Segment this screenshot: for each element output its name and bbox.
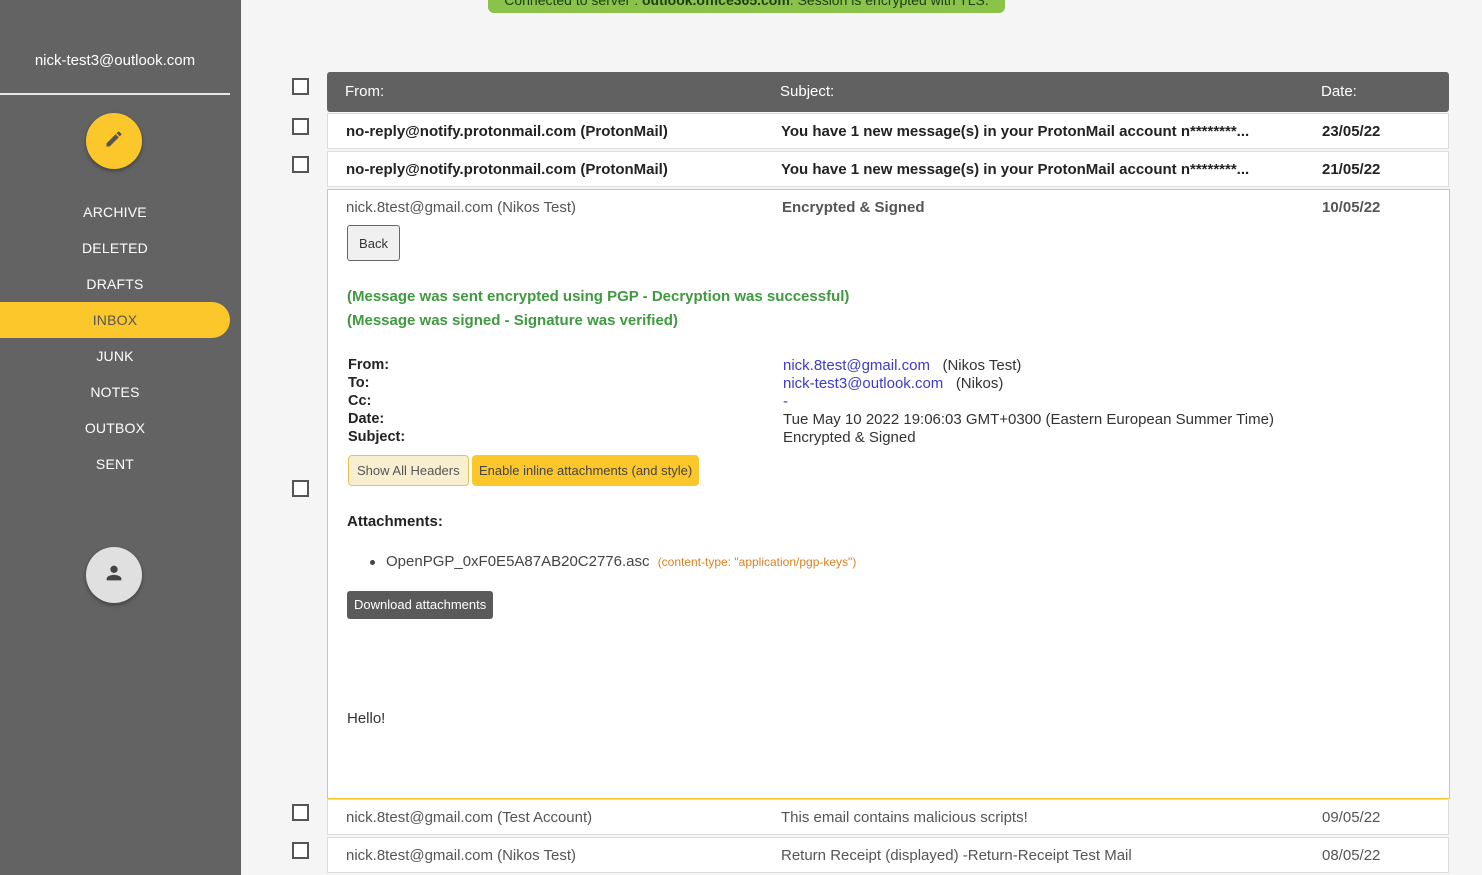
show-all-headers-button[interactable]: Show All Headers (348, 455, 469, 486)
mail-date: 08/05/22 (1322, 847, 1381, 864)
mail-subject: This email contains malicious scripts! (781, 809, 1028, 826)
mail-date: 21/05/22 (1322, 161, 1381, 178)
decryption-status: (Message was sent encrypted using PGP - … (347, 288, 850, 305)
cc-link[interactable]: - (783, 393, 788, 410)
to-value: nick-test3@outlook.com (Nikos) (783, 375, 1003, 392)
attachment-content-type: (content-type: "application/pgp-keys") (657, 555, 857, 569)
folder-label: JUNK (96, 348, 134, 364)
folder-deleted[interactable]: DELETED (0, 230, 230, 266)
select-all-checkbox[interactable] (292, 78, 309, 95)
row-checkbox[interactable] (292, 156, 309, 173)
date-value: Tue May 10 2022 19:06:03 GMT+0300 (Easte… (783, 411, 1274, 428)
folder-label: OUTBOX (84, 420, 146, 436)
to-label: To: (348, 375, 370, 391)
mail-subject: You have 1 new message(s) in your Proton… (781, 161, 1250, 178)
cc-value: - (783, 393, 788, 410)
mail-from: no-reply@notify.protonmail.com (ProtonMa… (346, 161, 668, 178)
account-email: nick-test3@outlook.com (34, 52, 196, 69)
open-message-date: 10/05/22 (1322, 199, 1381, 216)
folder-label: DELETED (82, 240, 148, 256)
from-label: From: (348, 357, 390, 373)
folder-label: INBOX (92, 312, 138, 328)
subject-value: Encrypted & Signed (783, 429, 916, 446)
folder-label: ARCHIVE (83, 204, 147, 220)
from-value: nick.8test@gmail.com (Nikos Test) (783, 357, 1021, 374)
pencil-icon (104, 129, 124, 154)
back-button[interactable]: Back (347, 225, 400, 261)
mail-list-header: From: Subject: Date: (327, 72, 1449, 112)
signature-status: (Message was signed - Signature was veri… (347, 312, 678, 329)
to-name: (Nikos) (955, 375, 1004, 392)
row-checkbox[interactable] (292, 480, 309, 497)
download-attachments-button[interactable]: Download attachments (347, 591, 494, 619)
open-message: nick.8test@gmail.com (Nikos Test) Encryp… (327, 189, 1450, 799)
folder-notes[interactable]: NOTES (0, 374, 230, 410)
attachment-item: OpenPGP_0xF0E5A87AB20C2776.asc (content-… (370, 553, 856, 570)
contacts-button[interactable] (86, 547, 142, 603)
folder-inbox[interactable]: INBOX (0, 302, 230, 338)
folder-drafts[interactable]: DRAFTS (0, 266, 230, 302)
bullet-icon (370, 559, 375, 565)
from-email-link[interactable]: nick.8test@gmail.com (783, 357, 930, 374)
connection-status: Connected to server : outlook.office365.… (488, 0, 1005, 13)
folder-label: DRAFTS (86, 276, 144, 292)
date-label: Date: (348, 411, 385, 427)
compose-button[interactable] (86, 113, 142, 169)
folder-junk[interactable]: JUNK (0, 338, 230, 374)
attachments-title: Attachments: (347, 513, 443, 530)
account-divider (0, 93, 230, 95)
mail-date: 23/05/22 (1322, 123, 1381, 140)
attachment-name[interactable]: OpenPGP_0xF0E5A87AB20C2776.asc (386, 553, 650, 570)
mail-date: 09/05/22 (1322, 809, 1381, 826)
open-message-subject: Encrypted & Signed (782, 199, 925, 216)
folder-outbox[interactable]: OUTBOX (0, 410, 230, 446)
from-name: (Nikos Test) (942, 357, 1022, 374)
folder-label: NOTES (90, 384, 140, 400)
folder-sent[interactable]: SENT (0, 446, 230, 482)
subject-label: Subject: (348, 429, 406, 445)
mail-from: no-reply@notify.protonmail.com (ProtonMa… (346, 123, 668, 140)
row-checkbox[interactable] (292, 804, 309, 821)
folder-archive[interactable]: ARCHIVE (0, 194, 230, 230)
mail-subject: You have 1 new message(s) in your Proton… (781, 123, 1250, 140)
status-server: outlook.office365.com (641, 0, 790, 8)
folder-label: SENT (95, 456, 135, 472)
sidebar: nick-test3@outlook.com ARCHIVE DELETED D… (0, 0, 241, 875)
mail-from: nick.8test@gmail.com (Nikos Test) (346, 847, 577, 864)
mail-row[interactable]: nick.8test@gmail.com (Test Account) This… (327, 799, 1449, 835)
header-from: From: (345, 83, 385, 100)
header-date: Date: (1321, 83, 1357, 100)
row-checkbox[interactable] (292, 842, 309, 859)
mail-row[interactable]: nick.8test@gmail.com (Nikos Test) Return… (327, 837, 1449, 873)
to-email-link[interactable]: nick-test3@outlook.com (783, 375, 943, 392)
status-suffix: . Session is encrypted with TLS. (789, 0, 989, 8)
mail-subject: Return Receipt (displayed) -Return-Recei… (781, 847, 1132, 864)
status-prefix: Connected to server : (504, 0, 642, 8)
cc-label: Cc: (348, 393, 372, 409)
enable-inline-attachments-button[interactable]: Enable inline attachments (and style) (472, 455, 700, 486)
open-message-from: nick.8test@gmail.com (Nikos Test) (346, 199, 577, 216)
mail-row[interactable]: no-reply@notify.protonmail.com (ProtonMa… (327, 113, 1449, 149)
message-body: Hello! (347, 710, 386, 727)
mail-row[interactable]: no-reply@notify.protonmail.com (ProtonMa… (327, 151, 1449, 187)
header-subject: Subject: (780, 83, 835, 100)
row-checkbox[interactable] (292, 118, 309, 135)
mail-from: nick.8test@gmail.com (Test Account) (346, 809, 593, 826)
person-icon (103, 562, 125, 589)
